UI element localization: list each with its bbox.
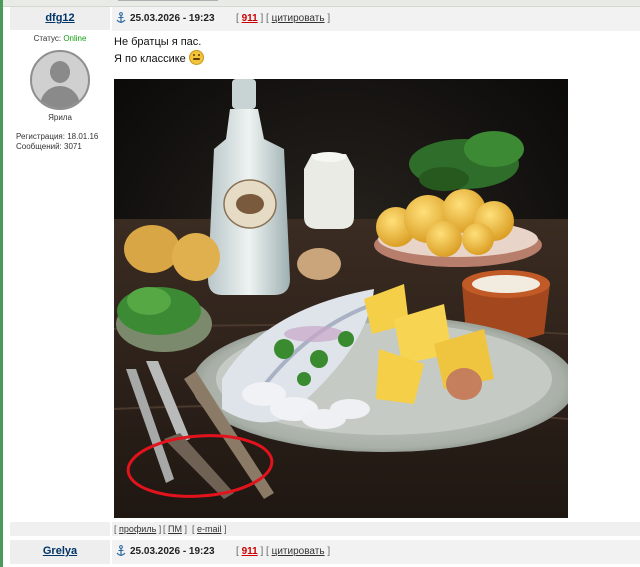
avatar-head [50, 61, 70, 83]
avatar[interactable] [30, 50, 90, 110]
post-number-link[interactable]: 911 [242, 546, 258, 557]
status-online: Online [63, 34, 87, 43]
pm-link[interactable]: ПМ [168, 524, 182, 534]
user-status: Статус: Online [10, 34, 110, 43]
status-label: Статус: [33, 34, 62, 43]
post-image[interactable] [114, 79, 568, 518]
post-actions: [ 911 ] [ цитировать ] [236, 546, 331, 557]
post-text-line: Не братцы я пас. [114, 36, 202, 48]
left-accent-rail [0, 0, 3, 567]
post-footer-links: [ профиль ] [ ПМ ] [ e-mail ] [112, 522, 640, 536]
post-date: 25.03.2026 - 19:23 [130, 13, 215, 24]
quote-link[interactable]: цитировать [272, 546, 325, 557]
user-stats: Регистрация: 18.01.16 Сообщений: 3071 [16, 132, 110, 152]
footer-profile: [ профиль ] [114, 524, 162, 534]
avatar-body [40, 86, 80, 108]
post-meta: 25.03.2026 - 19:23 [ 911 ] [ цитировать … [112, 7, 640, 31]
quote-link[interactable]: цитировать [272, 13, 325, 24]
post-meta: 25.03.2026 - 19:23 [ 911 ] [ цитировать … [112, 540, 640, 564]
anchor-icon[interactable] [116, 12, 126, 24]
profile-link[interactable]: профиль [119, 524, 156, 534]
user-role: Ярила [48, 113, 72, 122]
registration-date: Регистрация: 18.01.16 [16, 132, 99, 141]
footer-email: [ e-mail ] [192, 524, 227, 534]
post-text: Я по классике [114, 53, 186, 65]
email-link[interactable]: e-mail [197, 524, 222, 534]
author-link[interactable]: dfg12 [45, 12, 74, 24]
previous-post-cutoff [118, 0, 218, 4]
post-date: 25.03.2026 - 19:23 [130, 546, 215, 557]
footer-pm: [ ПМ ] [163, 524, 187, 534]
author-cell: dfg12 [10, 7, 110, 31]
user-profile: Статус: Online Ярила Регистрация: 18.01.… [10, 30, 110, 522]
message-count: Сообщений: 3071 [16, 142, 82, 151]
smiley-icon [188, 50, 204, 65]
post-header: dfg12 25.03.2026 - 19:23 [ 911 ] [ цитир… [10, 7, 640, 31]
post-number-link[interactable]: 911 [242, 13, 258, 24]
previous-post-edge [3, 0, 640, 7]
anchor-icon[interactable] [116, 545, 126, 557]
footer-spacer [10, 522, 110, 536]
sauce-jar [304, 152, 354, 229]
author-link[interactable]: Grelya [43, 545, 77, 557]
author-cell: Grelya [10, 540, 110, 564]
post-text-line: Я по классике [114, 50, 640, 67]
post-actions: [ 911 ] [ цитировать ] [236, 13, 331, 24]
post-header: Grelya 25.03.2026 - 19:23 [ 911 ] [ цити… [10, 540, 640, 564]
